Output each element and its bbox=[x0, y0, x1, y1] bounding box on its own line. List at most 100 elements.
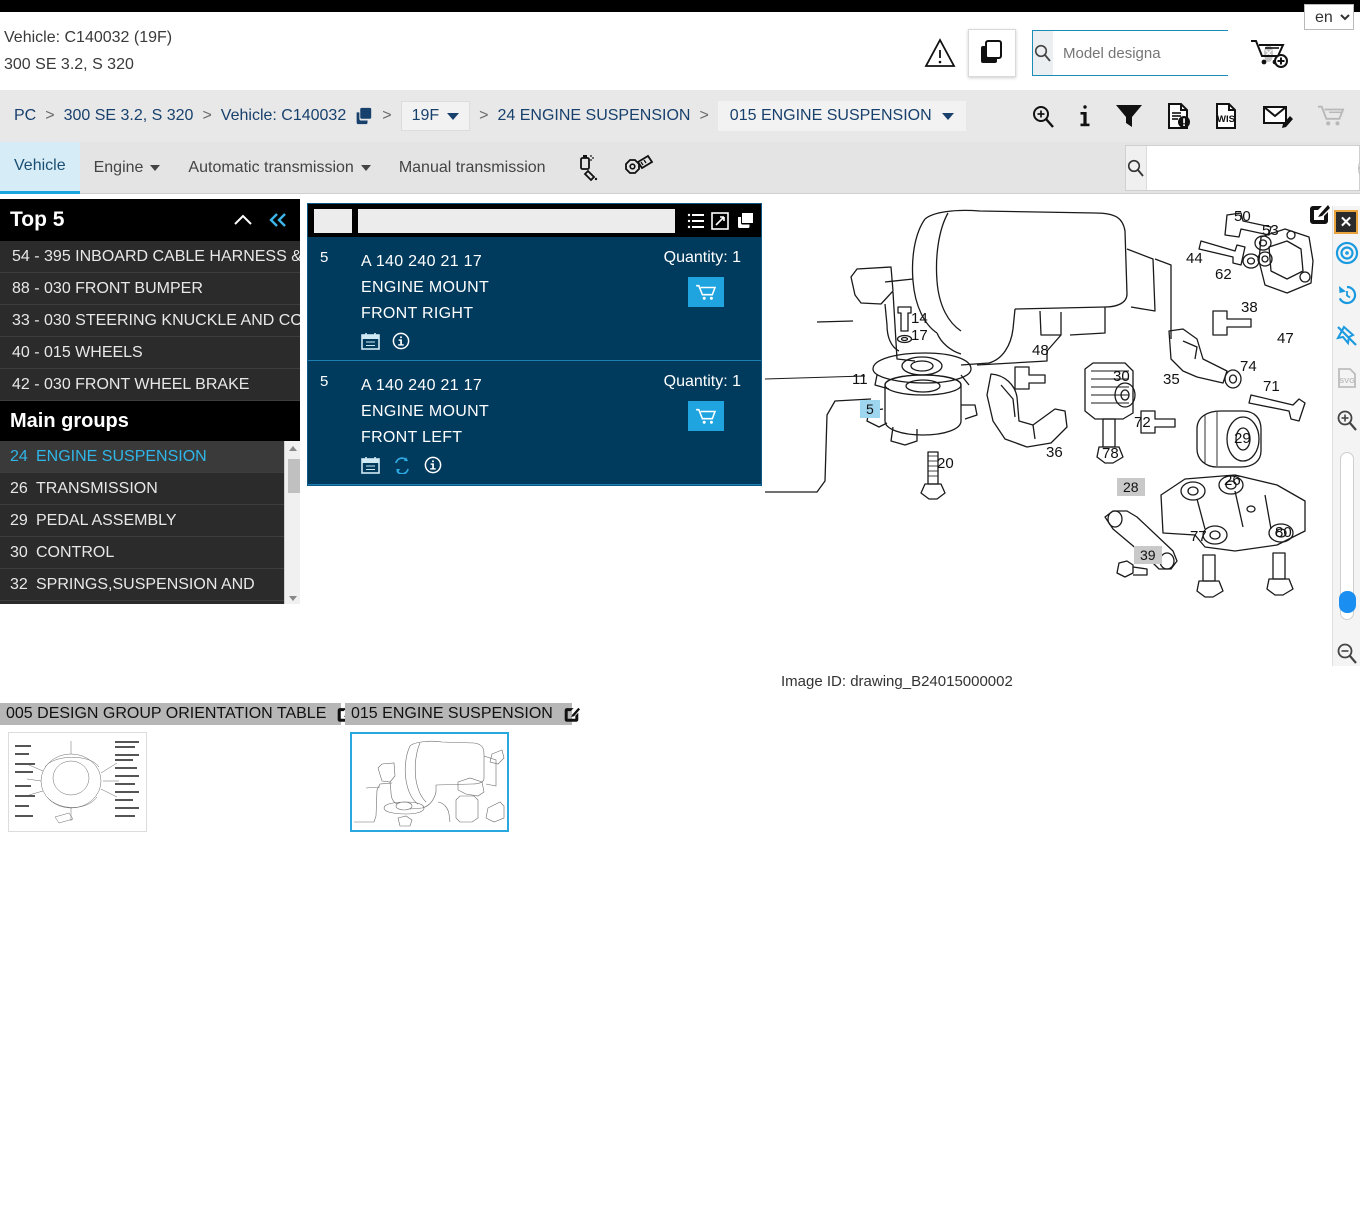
tab-vehicle[interactable]: Vehicle bbox=[0, 141, 80, 194]
replace-sync-icon[interactable] bbox=[392, 456, 412, 474]
parts-list-row[interactable]: 5 A 140 240 21 17 ENGINE MOUNT FRONT RIG… bbox=[308, 237, 761, 361]
breadcrumb-dropdown-19f-label: 19F bbox=[411, 107, 440, 124]
info-circle-icon[interactable] bbox=[424, 456, 442, 474]
filter-icon[interactable] bbox=[1114, 103, 1144, 129]
zoom-in-icon[interactable] bbox=[1334, 407, 1360, 433]
target-focus-icon[interactable] bbox=[1334, 240, 1360, 266]
top5-item-3[interactable]: 40 - 015 WHEELS bbox=[0, 337, 300, 369]
zoom-in-icon[interactable] bbox=[1030, 103, 1056, 129]
tab-automatic-transmission[interactable]: Automatic transmission bbox=[174, 142, 384, 194]
main-group-item-24[interactable]: 24 ENGINE SUSPENSION bbox=[0, 441, 300, 473]
main-group-num: 32 bbox=[10, 575, 28, 593]
add-to-cart-icon[interactable] bbox=[688, 277, 724, 307]
top5-item-1[interactable]: 88 - 030 FRONT BUMPER bbox=[0, 273, 300, 305]
left-sidebar: Top 5 54 - 395 INBOARD CABLE HARNESS &..… bbox=[0, 199, 300, 604]
svg-export-icon[interactable]: SVG bbox=[1334, 365, 1360, 391]
parts-list-row[interactable]: 5 A 140 240 21 17 ENGINE MOUNT FRONT LEF… bbox=[308, 361, 761, 485]
mail-edit-icon[interactable] bbox=[1262, 103, 1294, 129]
copy-icon[interactable] bbox=[735, 212, 755, 230]
thumbnail-005-image[interactable] bbox=[8, 732, 147, 832]
breadcrumb-dropdown-subgroup-label: 015 ENGINE SUSPENSION bbox=[729, 107, 932, 124]
top5-item-0[interactable]: 54 - 395 INBOARD CABLE HARNESS &... bbox=[0, 241, 300, 273]
thumbnail-015[interactable]: 015 ENGINE SUSPENSION bbox=[345, 703, 580, 832]
main-group-item-26[interactable]: 26 TRANSMISSION bbox=[0, 473, 300, 505]
breadcrumb-dropdown-subgroup[interactable]: 015 ENGINE SUSPENSION bbox=[717, 101, 966, 131]
breadcrumb-toolbar: WIS bbox=[1030, 102, 1360, 130]
spray-paint-icon[interactable] bbox=[574, 153, 604, 183]
undo-history-icon[interactable] bbox=[1334, 282, 1360, 308]
top5-item-2[interactable]: 33 - 030 STEERING KNUCKLE AND CO... bbox=[0, 305, 300, 337]
main-groups-title: Main groups bbox=[0, 401, 300, 441]
edit-pencil-icon[interactable] bbox=[1308, 203, 1330, 225]
main-group-item-32[interactable]: 32 SPRINGS,SUSPENSION AND bbox=[0, 569, 300, 601]
model-search-input[interactable] bbox=[1053, 31, 1264, 75]
expand-view-icon[interactable] bbox=[711, 211, 729, 230]
close-label: ✕ bbox=[1339, 214, 1353, 231]
parts-search-box[interactable]: ✕ bbox=[1125, 145, 1360, 191]
language-select[interactable]: en bbox=[1304, 4, 1354, 30]
thumbnail-005-label: 005 DESIGN GROUP ORIENTATION TABLE bbox=[6, 705, 327, 722]
thumbnail-015-image[interactable] bbox=[350, 732, 509, 832]
info-circle-icon[interactable] bbox=[392, 332, 410, 350]
tab-vehicle-label: Vehicle bbox=[14, 157, 66, 174]
parts-filter-field[interactable] bbox=[358, 208, 675, 233]
model-search-box[interactable]: ✕ bbox=[1032, 30, 1274, 76]
breadcrumb-separator: > bbox=[202, 107, 212, 124]
breadcrumb-dropdown-19f[interactable]: 19F bbox=[400, 101, 471, 131]
unpin-icon[interactable] bbox=[1334, 323, 1360, 349]
chevron-up-icon[interactable] bbox=[232, 212, 254, 228]
scrollbar-thumb[interactable] bbox=[288, 459, 300, 493]
svg-text:SVG: SVG bbox=[1339, 376, 1355, 385]
parts-filter-field-small[interactable] bbox=[314, 208, 352, 233]
breadcrumb-item-vehicle[interactable]: Vehicle: C140032 bbox=[221, 107, 346, 125]
wis-document-icon[interactable]: WIS bbox=[1214, 102, 1240, 130]
main-group-num: 29 bbox=[10, 511, 28, 529]
parts-list-panel: 5 A 140 240 21 17 ENGINE MOUNT FRONT RIG… bbox=[307, 203, 762, 486]
app-header: Vehicle: C140032 (19F) 300 SE 3.2, S 320… bbox=[0, 4, 1360, 90]
top5-header: Top 5 bbox=[0, 199, 300, 241]
calendar-icon[interactable] bbox=[361, 456, 380, 474]
double-chevron-left-icon[interactable] bbox=[266, 211, 290, 229]
breadcrumb-copy-icon[interactable] bbox=[346, 106, 373, 126]
copy-documents-icon[interactable] bbox=[968, 29, 1016, 77]
parts-diagram-viewer[interactable] bbox=[765, 199, 1333, 669]
search-icon bbox=[1126, 146, 1147, 190]
thumbnail-005[interactable]: 005 DESIGN GROUP ORIENTATION TABLE bbox=[0, 703, 354, 832]
tab-manual-transmission[interactable]: Manual transmission bbox=[385, 142, 560, 194]
parts-search-input[interactable] bbox=[1147, 146, 1358, 190]
add-to-cart-icon[interactable] bbox=[688, 401, 724, 431]
zoom-slider-knob[interactable] bbox=[1338, 591, 1356, 614]
breadcrumb-separator: > bbox=[45, 107, 55, 124]
top5-item-4[interactable]: 42 - 030 FRONT WHEEL BRAKE bbox=[0, 369, 300, 401]
main-group-item-30[interactable]: 30 CONTROL bbox=[0, 537, 300, 569]
info-icon[interactable] bbox=[1078, 103, 1092, 129]
edit-pencil-icon[interactable] bbox=[563, 706, 580, 723]
breadcrumb-item-pc[interactable]: PC bbox=[14, 107, 36, 125]
scroll-up-arrow-icon[interactable] bbox=[285, 441, 300, 457]
header-actions: ✕ en bbox=[918, 4, 1360, 88]
calendar-icon[interactable] bbox=[361, 332, 380, 350]
tab-engine-label: Engine bbox=[93, 158, 144, 176]
engine-suspension-diagram bbox=[765, 209, 1314, 598]
breadcrumb-item-group[interactable]: 24 ENGINE SUSPENSION bbox=[498, 107, 691, 125]
zoom-out-icon[interactable] bbox=[1334, 640, 1360, 666]
main-group-num: 30 bbox=[10, 543, 28, 561]
bolt-nut-icon[interactable] bbox=[622, 153, 654, 183]
main-groups-scrollbar[interactable] bbox=[284, 441, 300, 604]
tab-engine[interactable]: Engine bbox=[80, 142, 175, 194]
list-view-icon[interactable] bbox=[687, 212, 705, 230]
zoom-slider[interactable] bbox=[1338, 452, 1356, 621]
thumbnail-015-label: 015 ENGINE SUSPENSION bbox=[351, 705, 553, 722]
chevron-down-icon bbox=[941, 112, 954, 120]
main-group-num: 26 bbox=[10, 479, 28, 497]
breadcrumb: PC > 300 SE 3.2, S 320 > Vehicle: C14003… bbox=[0, 101, 966, 131]
thumbnail-015-caption: 015 ENGINE SUSPENSION bbox=[345, 703, 580, 725]
add-to-cart-icon[interactable] bbox=[1242, 30, 1298, 76]
close-icon[interactable]: ✕ bbox=[1334, 210, 1358, 234]
document-alert-icon[interactable] bbox=[1166, 102, 1192, 130]
scroll-down-arrow-icon[interactable] bbox=[285, 590, 300, 604]
image-id-label: Image ID: drawing_B24015000002 bbox=[781, 673, 1013, 690]
main-group-item-29[interactable]: 29 PEDAL ASSEMBLY bbox=[0, 505, 300, 537]
breadcrumb-item-model[interactable]: 300 SE 3.2, S 320 bbox=[64, 107, 194, 125]
warning-triangle-icon[interactable] bbox=[918, 31, 962, 75]
